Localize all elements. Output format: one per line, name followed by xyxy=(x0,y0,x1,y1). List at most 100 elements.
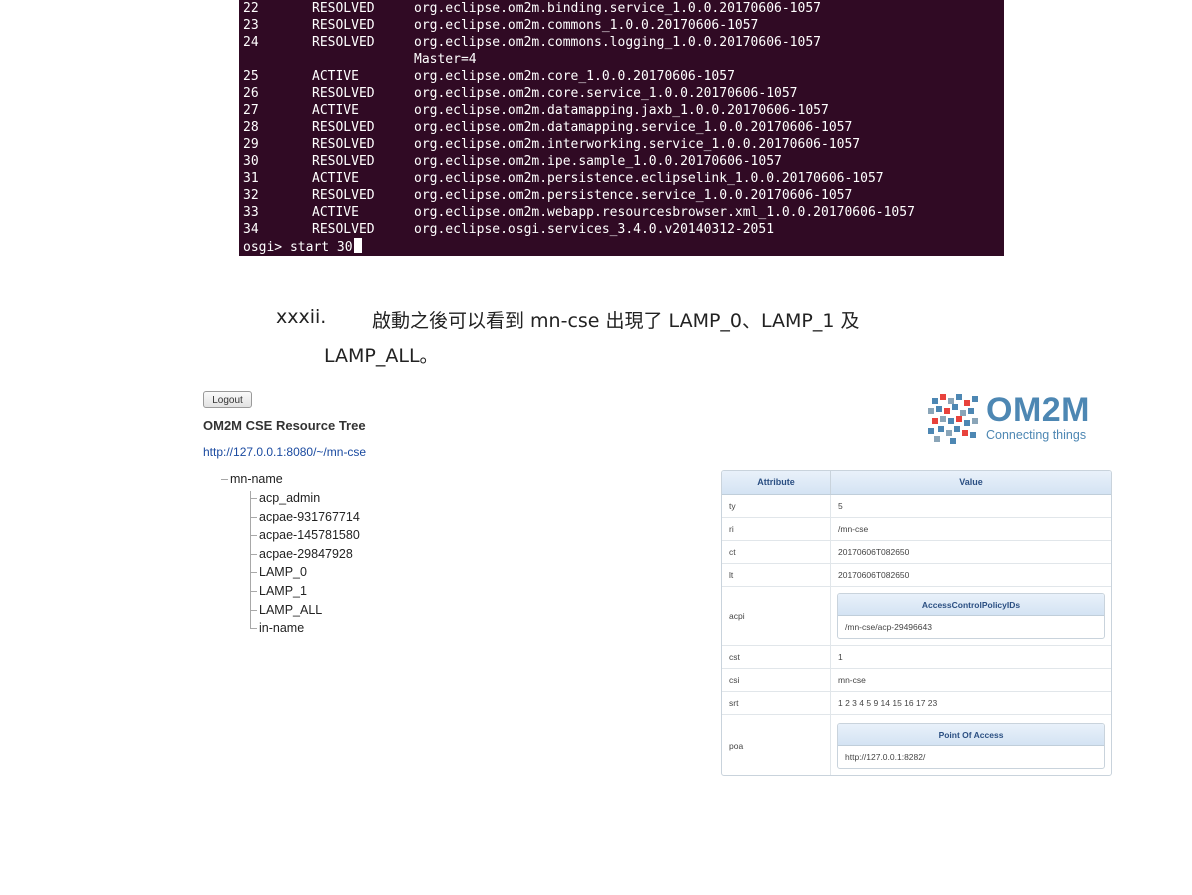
acpi-subtable: AccessControlPolicyIDs /mn-cse/acp-29496… xyxy=(837,593,1105,639)
bundle-state: ACTIVE xyxy=(312,69,359,84)
tree-node[interactable]: acpae-931767714 xyxy=(250,508,450,527)
attribute-key: csi xyxy=(722,669,831,691)
bundle-name: Master=4 xyxy=(414,52,477,67)
logout-button[interactable]: Logout xyxy=(203,391,252,408)
bundle-name: org.eclipse.om2m.core_1.0.0.20170606-105… xyxy=(414,69,735,84)
bundle-name: org.eclipse.om2m.persistence.eclipselink… xyxy=(414,171,884,186)
bundle-id: 26 xyxy=(243,86,259,101)
terminal-row: 27 ACTIVE org.eclipse.om2m.datamapping.jax… xyxy=(243,102,1004,119)
logo-tagline: Connecting things xyxy=(986,428,1087,442)
collapse-icon[interactable]: – xyxy=(221,472,228,486)
bundle-state: RESOLVED xyxy=(312,120,375,135)
page-title: OM2M CSE Resource Tree xyxy=(203,418,366,433)
bundle-name: org.eclipse.om2m.datamapping.jaxb_1.0.0.… xyxy=(414,103,829,118)
bundle-id: 33 xyxy=(243,205,259,220)
column-header-attribute: Attribute xyxy=(722,471,831,494)
bundle-id: 23 xyxy=(243,18,259,33)
terminal-row: 22 RESOLVED org.eclipse.om2m.binding.servi… xyxy=(243,0,1004,17)
attribute-value: 5 xyxy=(838,501,843,511)
table-row: cst 1 xyxy=(722,646,1111,669)
bundle-name: org.eclipse.om2m.webapp.resourcesbrowser… xyxy=(414,205,915,220)
table-row-acpi: acpi AccessControlPolicyIDs /mn-cse/acp-… xyxy=(722,587,1111,646)
tree-node[interactable]: acp_admin xyxy=(250,489,450,508)
attribute-key: ri xyxy=(722,518,831,540)
attribute-value: 20170606T082650 xyxy=(838,570,910,580)
terminal-row: Master=4 xyxy=(243,51,1004,68)
bundle-id: 31 xyxy=(243,171,259,186)
terminal-row: 26 RESOLVED org.eclipse.om2m.core.service_… xyxy=(243,85,1004,102)
attribute-key: lt xyxy=(722,564,831,586)
bundle-name: org.eclipse.om2m.commons.logging_1.0.0.2… xyxy=(414,35,821,50)
terminal-row: 25 ACTIVE org.eclipse.om2m.core_1.0.0.2017… xyxy=(243,68,1004,85)
cse-url-link[interactable]: http://127.0.0.1:8080/~/mn-cse xyxy=(203,445,366,459)
bundle-state: ACTIVE xyxy=(312,171,359,186)
attribute-key: poa xyxy=(722,715,831,775)
table-row: ri/mn-cse xyxy=(722,518,1111,541)
bundle-name: org.eclipse.om2m.persistence.service_1.0… xyxy=(414,188,853,203)
bundle-id: 32 xyxy=(243,188,259,203)
bundle-state: ACTIVE xyxy=(312,103,359,118)
attribute-key: srt xyxy=(722,692,831,714)
terminal-row: 23 RESOLVED org.eclipse.om2m.commons_1.0.0… xyxy=(243,17,1004,34)
attribute-value: /mn-cse xyxy=(838,524,869,534)
table-row: csi mn-cse xyxy=(722,669,1111,692)
caption-line-2: LAMP_ALL。 xyxy=(324,345,439,367)
logo-wordmark: OM2M xyxy=(986,391,1090,429)
bundle-state: RESOLVED xyxy=(312,35,375,50)
table-row: ty 5 xyxy=(722,495,1111,518)
bundle-name: org.eclipse.om2m.commons_1.0.0.20170606-… xyxy=(414,18,759,33)
tree-node[interactable]: LAMP_0 xyxy=(250,563,450,582)
tree-root-label: mn-name xyxy=(229,472,283,486)
terminal-row: 34 RESOLVED org.eclipse.osgi.services_3.4.… xyxy=(243,221,1004,238)
attribute-value: 20170606T082650 xyxy=(838,547,910,557)
tree-node[interactable]: LAMP_1 xyxy=(250,582,450,601)
attribute-key: ct xyxy=(722,541,831,563)
tree-node[interactable]: acpae-145781580 xyxy=(250,526,450,545)
attribute-table: Attribute Value ty 5 ri/mn-cse ct 20170606… xyxy=(721,470,1112,776)
poa-subtable-value: http://127.0.0.1:8282/ xyxy=(845,751,926,762)
tree-node[interactable]: in-name xyxy=(250,619,450,638)
table-header: Attribute Value xyxy=(722,471,1111,495)
bundle-id: 28 xyxy=(243,120,259,135)
table-row-poa: poa Point Of Access http://127.0.0.1:828… xyxy=(722,715,1111,775)
attribute-value: Point Of Access http://127.0.0.1:8282/ xyxy=(831,715,1111,775)
bundle-id: 25 xyxy=(243,69,259,84)
bundle-id: 29 xyxy=(243,137,259,152)
terminal-row: 28 RESOLVED org.eclipse.om2m.datamapping.s… xyxy=(243,119,1004,136)
logo-mark-icon xyxy=(928,394,978,444)
bundle-state: RESOLVED xyxy=(312,154,375,169)
attribute-value: AccessControlPolicyIDs /mn-cse/acp-29496… xyxy=(831,587,1111,645)
terminal-row: 29 RESOLVED org.eclipse.om2m.interworking.… xyxy=(243,136,1004,153)
bundle-state: ACTIVE xyxy=(312,205,359,220)
bundle-name: org.eclipse.osgi.services_3.4.0.v2014031… xyxy=(414,222,775,237)
terminal-row: 33 ACTIVE org.eclipse.om2m.webapp.resource… xyxy=(243,204,1004,221)
bundle-id: 27 xyxy=(243,103,259,118)
terminal-prompt[interactable]: osgi> start 30 xyxy=(243,238,1004,255)
column-header-value: Value xyxy=(959,477,983,487)
tree-node[interactable]: acpae-29847928 xyxy=(250,545,450,564)
bundle-name: org.eclipse.om2m.core.service_1.0.0.2017… xyxy=(414,86,798,101)
table-row: lt 20170606T082650 xyxy=(722,564,1111,587)
bundle-id: 24 xyxy=(243,35,259,50)
acpi-subtable-value: /mn-cse/acp-29496643 xyxy=(845,622,932,632)
terminal-row: 32 RESOLVED org.eclipse.om2m.persistence.s… xyxy=(243,187,1004,204)
step-number: xxxii. xyxy=(276,306,327,328)
bundle-state: RESOLVED xyxy=(312,1,375,16)
attribute-key: ty xyxy=(722,495,831,517)
text-cursor xyxy=(353,238,362,253)
acpi-subtable-header: AccessControlPolicyIDs xyxy=(838,594,1104,616)
bundle-name: org.eclipse.om2m.interworking.service_1.… xyxy=(414,137,861,152)
prompt-text: osgi> start 30 xyxy=(243,240,353,255)
tree-root-node[interactable]: – mn-name xyxy=(221,472,283,486)
bundle-state: RESOLVED xyxy=(312,137,375,152)
om2m-logo: OM2M Connecting things xyxy=(926,388,1116,448)
table-row: srt 1 2 3 4 5 9 14 15 16 17 23 xyxy=(722,692,1111,715)
bundle-name: org.eclipse.om2m.datamapping.service_1.0… xyxy=(414,120,853,135)
poa-subtable: Point Of Access http://127.0.0.1:8282/ xyxy=(837,722,1105,769)
bundle-state: RESOLVED xyxy=(312,222,375,237)
terminal-row: 31 ACTIVE org.eclipse.om2m.persistence.ecl… xyxy=(243,170,1004,187)
table-row: ct 20170606T082650 xyxy=(722,541,1111,564)
bundle-id: 34 xyxy=(243,222,259,237)
tree-node[interactable]: LAMP_ALL xyxy=(250,601,450,620)
caption-line-1: 啟動之後可以看到 mn-cse 出現了 LAMP_0、LAMP_1 及 xyxy=(372,310,860,332)
